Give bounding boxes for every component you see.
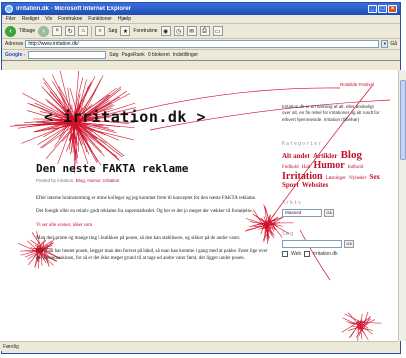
go-button[interactable]: Gå <box>390 41 397 47</box>
menu-bar: Filer Rediger Vis Foretrukne Funktioner … <box>2 15 400 24</box>
tag-cloud-item[interactable]: Hatt <box>302 165 311 170</box>
top-note[interactable]: Roskilde Festival <box>284 82 374 87</box>
sidebar-search-button[interactable]: Gå <box>344 239 354 248</box>
tag-cloud-item[interactable]: Alt andet <box>282 152 310 160</box>
address-input[interactable]: http://www.irritation.dk/ <box>25 40 380 48</box>
title-bar: irritation.dk - Microsoft Internet Explo… <box>2 3 400 15</box>
archive-select-value: Maaned <box>285 209 302 215</box>
page-viewport: Roskilde Festival < irritation.dk > Den … <box>0 70 398 341</box>
scope-web-checkbox[interactable] <box>282 251 288 258</box>
window-title: irritation.dk - Microsoft Internet Explo… <box>16 6 132 12</box>
history-icon[interactable]: ◷ <box>173 26 184 36</box>
ie-logo-icon <box>5 5 13 13</box>
archive-go-button[interactable]: Gå <box>324 208 334 217</box>
tag-cloud-item[interactable]: Humor <box>314 160 345 172</box>
post-paragraph: Man deri protte og mange ting i butikken… <box>36 235 241 241</box>
post-meta: Posted by irritation, Blog, Humor, Irrit… <box>36 178 120 183</box>
status-text: Færdig <box>3 343 19 350</box>
refresh-icon[interactable]: ↻ <box>65 26 76 36</box>
archive-heading: Arkiv <box>282 199 303 206</box>
folder-icon[interactable]: ▭ <box>212 26 223 36</box>
pagerank-indicator[interactable]: PageRank <box>121 52 144 58</box>
categories-heading: Kategorier <box>282 140 323 147</box>
tag-cloud-item[interactable]: Fodbold <box>282 165 299 170</box>
scope-site-checkbox[interactable] <box>304 251 311 258</box>
maximize-button[interactable]: □ <box>378 5 387 13</box>
sidebar-search-input[interactable] <box>282 239 342 248</box>
back-arrow-icon[interactable]: ‹ <box>5 25 16 37</box>
address-url: http://www.irritation.dk/ <box>28 41 79 47</box>
menu-help[interactable]: Hjælp <box>118 16 131 22</box>
post-body: Efter interne brainstorming er mine koll… <box>36 195 268 269</box>
toolbar-separator <box>91 25 93 37</box>
post-tag-irritation[interactable]: Irritation <box>103 178 119 183</box>
scope-web-label: Web <box>291 250 302 257</box>
archive-row: Maaned Gå <box>282 208 382 217</box>
menu-edit[interactable]: Rediger <box>22 16 40 22</box>
google-search-input[interactable] <box>28 51 107 59</box>
tag-cloud-item[interactable]: Irritation <box>282 171 323 182</box>
menu-view[interactable]: Vis <box>45 16 52 22</box>
google-logo[interactable]: Google - <box>5 52 25 58</box>
status-bar: Færdig <box>0 341 398 351</box>
tag-cloud-item[interactable]: Websites <box>302 181 328 189</box>
site-description: Irritation.dk er en samling af alt, elle… <box>282 104 380 122</box>
address-dropdown-icon[interactable]: ▼ <box>381 40 389 48</box>
post-tag-humor[interactable]: Humor <box>87 178 100 183</box>
tag-cloud-item[interactable]: Nyheder <box>349 176 366 181</box>
vertical-scrollbar[interactable] <box>398 70 406 341</box>
tag-cloud-item[interactable]: Sport <box>282 181 299 189</box>
google-options[interactable]: Indstillinger <box>173 52 198 58</box>
tag-cloud: Alt andet Artikler Blog Fodbold Hatt Hum… <box>282 149 382 190</box>
media-icon[interactable]: ◉ <box>160 26 171 36</box>
tag-cloud-item[interactable]: Sex <box>369 173 380 181</box>
minimize-button[interactable]: _ <box>368 5 377 13</box>
stop-icon[interactable]: × <box>52 26 63 36</box>
menu-tools[interactable]: Funktioner <box>88 16 112 22</box>
search-button[interactable]: Søg <box>108 28 117 34</box>
forward-arrow-icon[interactable]: › <box>38 25 50 37</box>
google-toolbar: Google - Søg PageRank 0 blokeret Indstil… <box>2 50 400 61</box>
standard-toolbar: ‹ Tilbage › × ↻ ⌂ ⌕ Søg ★ Foretrukne ◉ ◷… <box>2 24 400 39</box>
back-button[interactable]: Tilbage <box>19 28 35 34</box>
close-button[interactable]: × <box>388 5 397 13</box>
search-row: Gå <box>282 239 382 248</box>
post-paragraph: Efter interne brainstorming er mine koll… <box>36 196 257 201</box>
search-icon[interactable]: ⌕ <box>95 26 106 36</box>
address-bar: Adresse http://www.irritation.dk/ ▼ Gå <box>2 39 400 50</box>
tag-cloud-item[interactable]: Blog <box>341 149 362 161</box>
sidebar: Irritation.dk er en samling af alt, elle… <box>282 104 382 258</box>
tag-cloud-item[interactable]: Indhold <box>348 165 364 170</box>
archive-select[interactable]: Maaned <box>282 208 322 217</box>
print-icon[interactable]: ⎙ <box>199 26 210 36</box>
post-paragraph: Når man har hentet posen, lægger man den… <box>36 249 268 262</box>
tag-cloud-item[interactable]: Artikler <box>313 152 338 160</box>
favorites-button[interactable]: Foretrukne <box>133 28 157 34</box>
search-scope: Web irritation.dk <box>282 251 382 258</box>
search-heading: Søg <box>282 230 295 237</box>
address-label: Adresse <box>5 41 24 47</box>
scrollbar-thumb[interactable] <box>400 80 406 160</box>
google-search-button[interactable]: Søg <box>109 52 118 58</box>
post-tag-blog[interactable]: Blog <box>76 178 85 183</box>
tag-cloud-item[interactable]: Løsninger <box>326 176 346 181</box>
post-paragraph: Det foregår eller en relativ godt reklam… <box>36 209 253 215</box>
popup-blocker[interactable]: 0 blokeret <box>148 52 170 58</box>
post-link[interactable]: Vi ser alle scener, idéer som <box>36 222 268 229</box>
scope-site-label: irritation.dk <box>313 250 338 257</box>
home-icon[interactable]: ⌂ <box>78 26 89 36</box>
post-title[interactable]: Den neste FAKTA reklame <box>36 162 188 175</box>
post-author: Posted by irritation <box>36 178 74 183</box>
menu-favorites[interactable]: Foretrukne <box>58 16 82 22</box>
mail-icon[interactable]: ✉ <box>186 26 197 36</box>
site-title[interactable]: < irritation.dk > <box>44 108 206 126</box>
star-icon[interactable]: ★ <box>120 26 131 36</box>
menu-file[interactable]: Filer <box>6 16 16 22</box>
